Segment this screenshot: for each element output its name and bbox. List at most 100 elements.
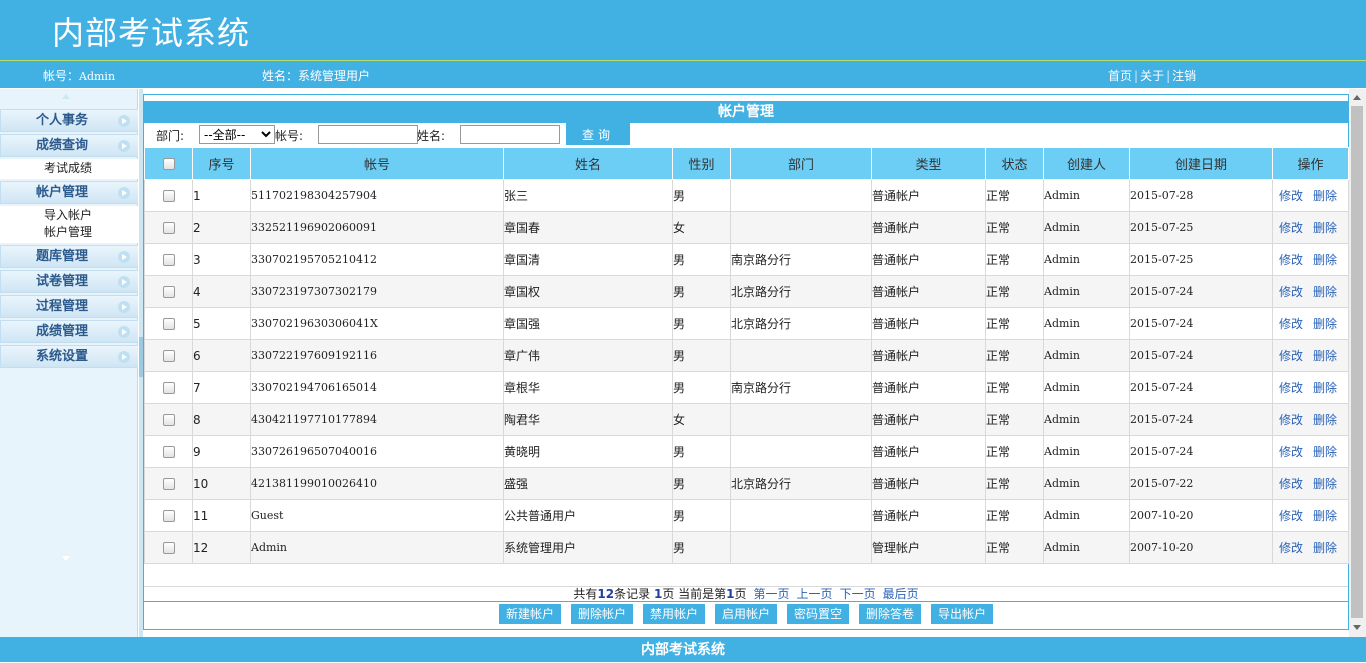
row-actions: 修改 删除 <box>1272 275 1349 308</box>
account-search-input[interactable] <box>318 125 418 144</box>
row-checkbox[interactable] <box>162 414 175 426</box>
delete-answers-button[interactable]: 删除答卷 <box>859 604 922 624</box>
submenu-score-query: 考试成绩 <box>0 159 138 179</box>
home-link[interactable]: 首页 <box>1108 69 1132 83</box>
cell-gender: 男 <box>672 243 731 276</box>
cell-dept <box>730 435 872 468</box>
last-page-link[interactable]: 最后页 <box>883 587 919 601</box>
cell-type: 普通帐户 <box>871 243 986 276</box>
row-checkbox[interactable] <box>162 286 175 298</box>
table-row: 2 332521196902060091 章国春女 普通帐户 正常 Admin 2015-0… <box>144 211 1349 244</box>
menu-system-settings[interactable]: 系统设置 <box>0 345 138 368</box>
delete-link[interactable]: 删除 <box>1313 509 1337 523</box>
cell-status: 正常 <box>985 531 1044 564</box>
menu-score-query[interactable]: 成绩查询 <box>0 134 138 157</box>
disable-account-button[interactable]: 禁用帐户 <box>642 604 705 624</box>
delete-link[interactable]: 删除 <box>1313 477 1337 491</box>
panel-title: 帐户管理 <box>144 101 1348 123</box>
row-checkbox[interactable] <box>162 446 175 458</box>
row-checkbox[interactable] <box>162 222 175 234</box>
edit-link[interactable]: 修改 <box>1279 189 1303 203</box>
row-checkbox[interactable] <box>162 254 175 266</box>
first-page-link[interactable]: 第一页 <box>754 587 790 601</box>
edit-link[interactable]: 修改 <box>1279 317 1303 331</box>
row-checkbox[interactable] <box>162 190 175 202</box>
row-checkbox[interactable] <box>162 478 175 490</box>
delete-link[interactable]: 删除 <box>1313 381 1337 395</box>
delete-link[interactable]: 删除 <box>1313 445 1337 459</box>
sidebar-item-exam-scores[interactable]: 考试成绩 <box>0 160 138 177</box>
scroll-up-arrow-icon[interactable] <box>1353 95 1361 100</box>
about-link[interactable]: 关于 <box>1140 69 1164 83</box>
delete-account-button[interactable]: 删除帐户 <box>570 604 633 624</box>
edit-link[interactable]: 修改 <box>1279 541 1303 555</box>
menu-question-bank[interactable]: 题库管理 <box>0 245 138 268</box>
next-page-link[interactable]: 下一页 <box>840 587 876 601</box>
name-label: 姓名: <box>417 129 446 143</box>
edit-link[interactable]: 修改 <box>1279 477 1303 491</box>
row-checkbox[interactable] <box>162 350 175 362</box>
delete-link[interactable]: 删除 <box>1313 189 1337 203</box>
menu-paper-management[interactable]: 试卷管理 <box>0 270 138 293</box>
cell-status: 正常 <box>985 371 1044 404</box>
sidebar-item-import-accounts[interactable]: 导入帐户 <box>0 207 138 224</box>
edit-link[interactable]: 修改 <box>1279 349 1303 363</box>
cell-seq: 8 <box>192 403 251 436</box>
delete-link[interactable]: 删除 <box>1313 221 1337 235</box>
edit-link[interactable]: 修改 <box>1279 445 1303 459</box>
edit-link[interactable]: 修改 <box>1279 381 1303 395</box>
scrollbar-thumb[interactable] <box>1351 106 1363 618</box>
cell-gender: 男 <box>672 435 731 468</box>
menu-process-management[interactable]: 过程管理 <box>0 295 138 318</box>
cell-creator: Admin <box>1043 531 1130 564</box>
menu-label: 过程管理 <box>36 299 89 314</box>
cell-gender: 男 <box>672 179 731 212</box>
row-checkbox[interactable] <box>162 510 175 522</box>
menu-label: 题库管理 <box>36 249 89 264</box>
enable-account-button[interactable]: 启用帐户 <box>714 604 777 624</box>
pager-text: 共有 <box>573 587 598 601</box>
arrow-right-icon <box>118 301 130 313</box>
select-all-checkbox[interactable] <box>162 157 175 170</box>
cell-creator: Admin <box>1043 179 1130 212</box>
row-checkbox[interactable] <box>162 318 175 330</box>
cell-creator: Admin <box>1043 371 1130 404</box>
delete-link[interactable]: 删除 <box>1313 413 1337 427</box>
cell-seq: 5 <box>192 307 251 340</box>
cell-type: 普通帐户 <box>871 403 986 436</box>
delete-link[interactable]: 删除 <box>1313 285 1337 299</box>
delete-link[interactable]: 删除 <box>1313 349 1337 363</box>
column-header: 类型 <box>871 147 986 180</box>
sidebar-item-account-management[interactable]: 帐户管理 <box>0 224 138 241</box>
row-checkbox[interactable] <box>162 542 175 554</box>
query-button[interactable]: 查询 <box>566 123 630 145</box>
new-account-button[interactable]: 新建帐户 <box>498 604 561 624</box>
table-row: 8 430421197710177894 陶君华女 普通帐户 正常 Admin 2015-0… <box>144 403 1349 436</box>
edit-link[interactable]: 修改 <box>1279 509 1303 523</box>
menu-account-management[interactable]: 帐户管理 <box>0 181 138 204</box>
delete-link[interactable]: 删除 <box>1313 253 1337 267</box>
scroll-down-arrow-icon[interactable] <box>1353 625 1361 630</box>
delete-link[interactable]: 删除 <box>1313 541 1337 555</box>
sidebar-scroll-down-icon[interactable] <box>62 556 70 561</box>
export-accounts-button[interactable]: 导出帐户 <box>931 604 994 624</box>
edit-link[interactable]: 修改 <box>1279 221 1303 235</box>
delete-link[interactable]: 删除 <box>1313 317 1337 331</box>
cell-gender: 男 <box>672 307 731 340</box>
prev-page-link[interactable]: 上一页 <box>797 587 833 601</box>
logout-link[interactable]: 注销 <box>1172 69 1196 83</box>
dept-select[interactable]: --全部-- <box>199 125 275 144</box>
cell-status: 正常 <box>985 179 1044 212</box>
menu-personal-affairs[interactable]: 个人事务 <box>0 109 138 132</box>
row-checkbox[interactable] <box>162 382 175 394</box>
sidebar-scroll-up-icon[interactable] <box>62 94 70 99</box>
menu-score-management[interactable]: 成绩管理 <box>0 320 138 343</box>
edit-link[interactable]: 修改 <box>1279 413 1303 427</box>
vertical-scrollbar[interactable] <box>1349 89 1366 637</box>
reset-password-button[interactable]: 密码置空 <box>787 604 850 624</box>
cell-date: 2015-07-24 <box>1129 307 1273 340</box>
name-search-input[interactable] <box>460 125 560 144</box>
cell-date: 2015-07-22 <box>1129 467 1273 500</box>
edit-link[interactable]: 修改 <box>1279 285 1303 299</box>
edit-link[interactable]: 修改 <box>1279 253 1303 267</box>
